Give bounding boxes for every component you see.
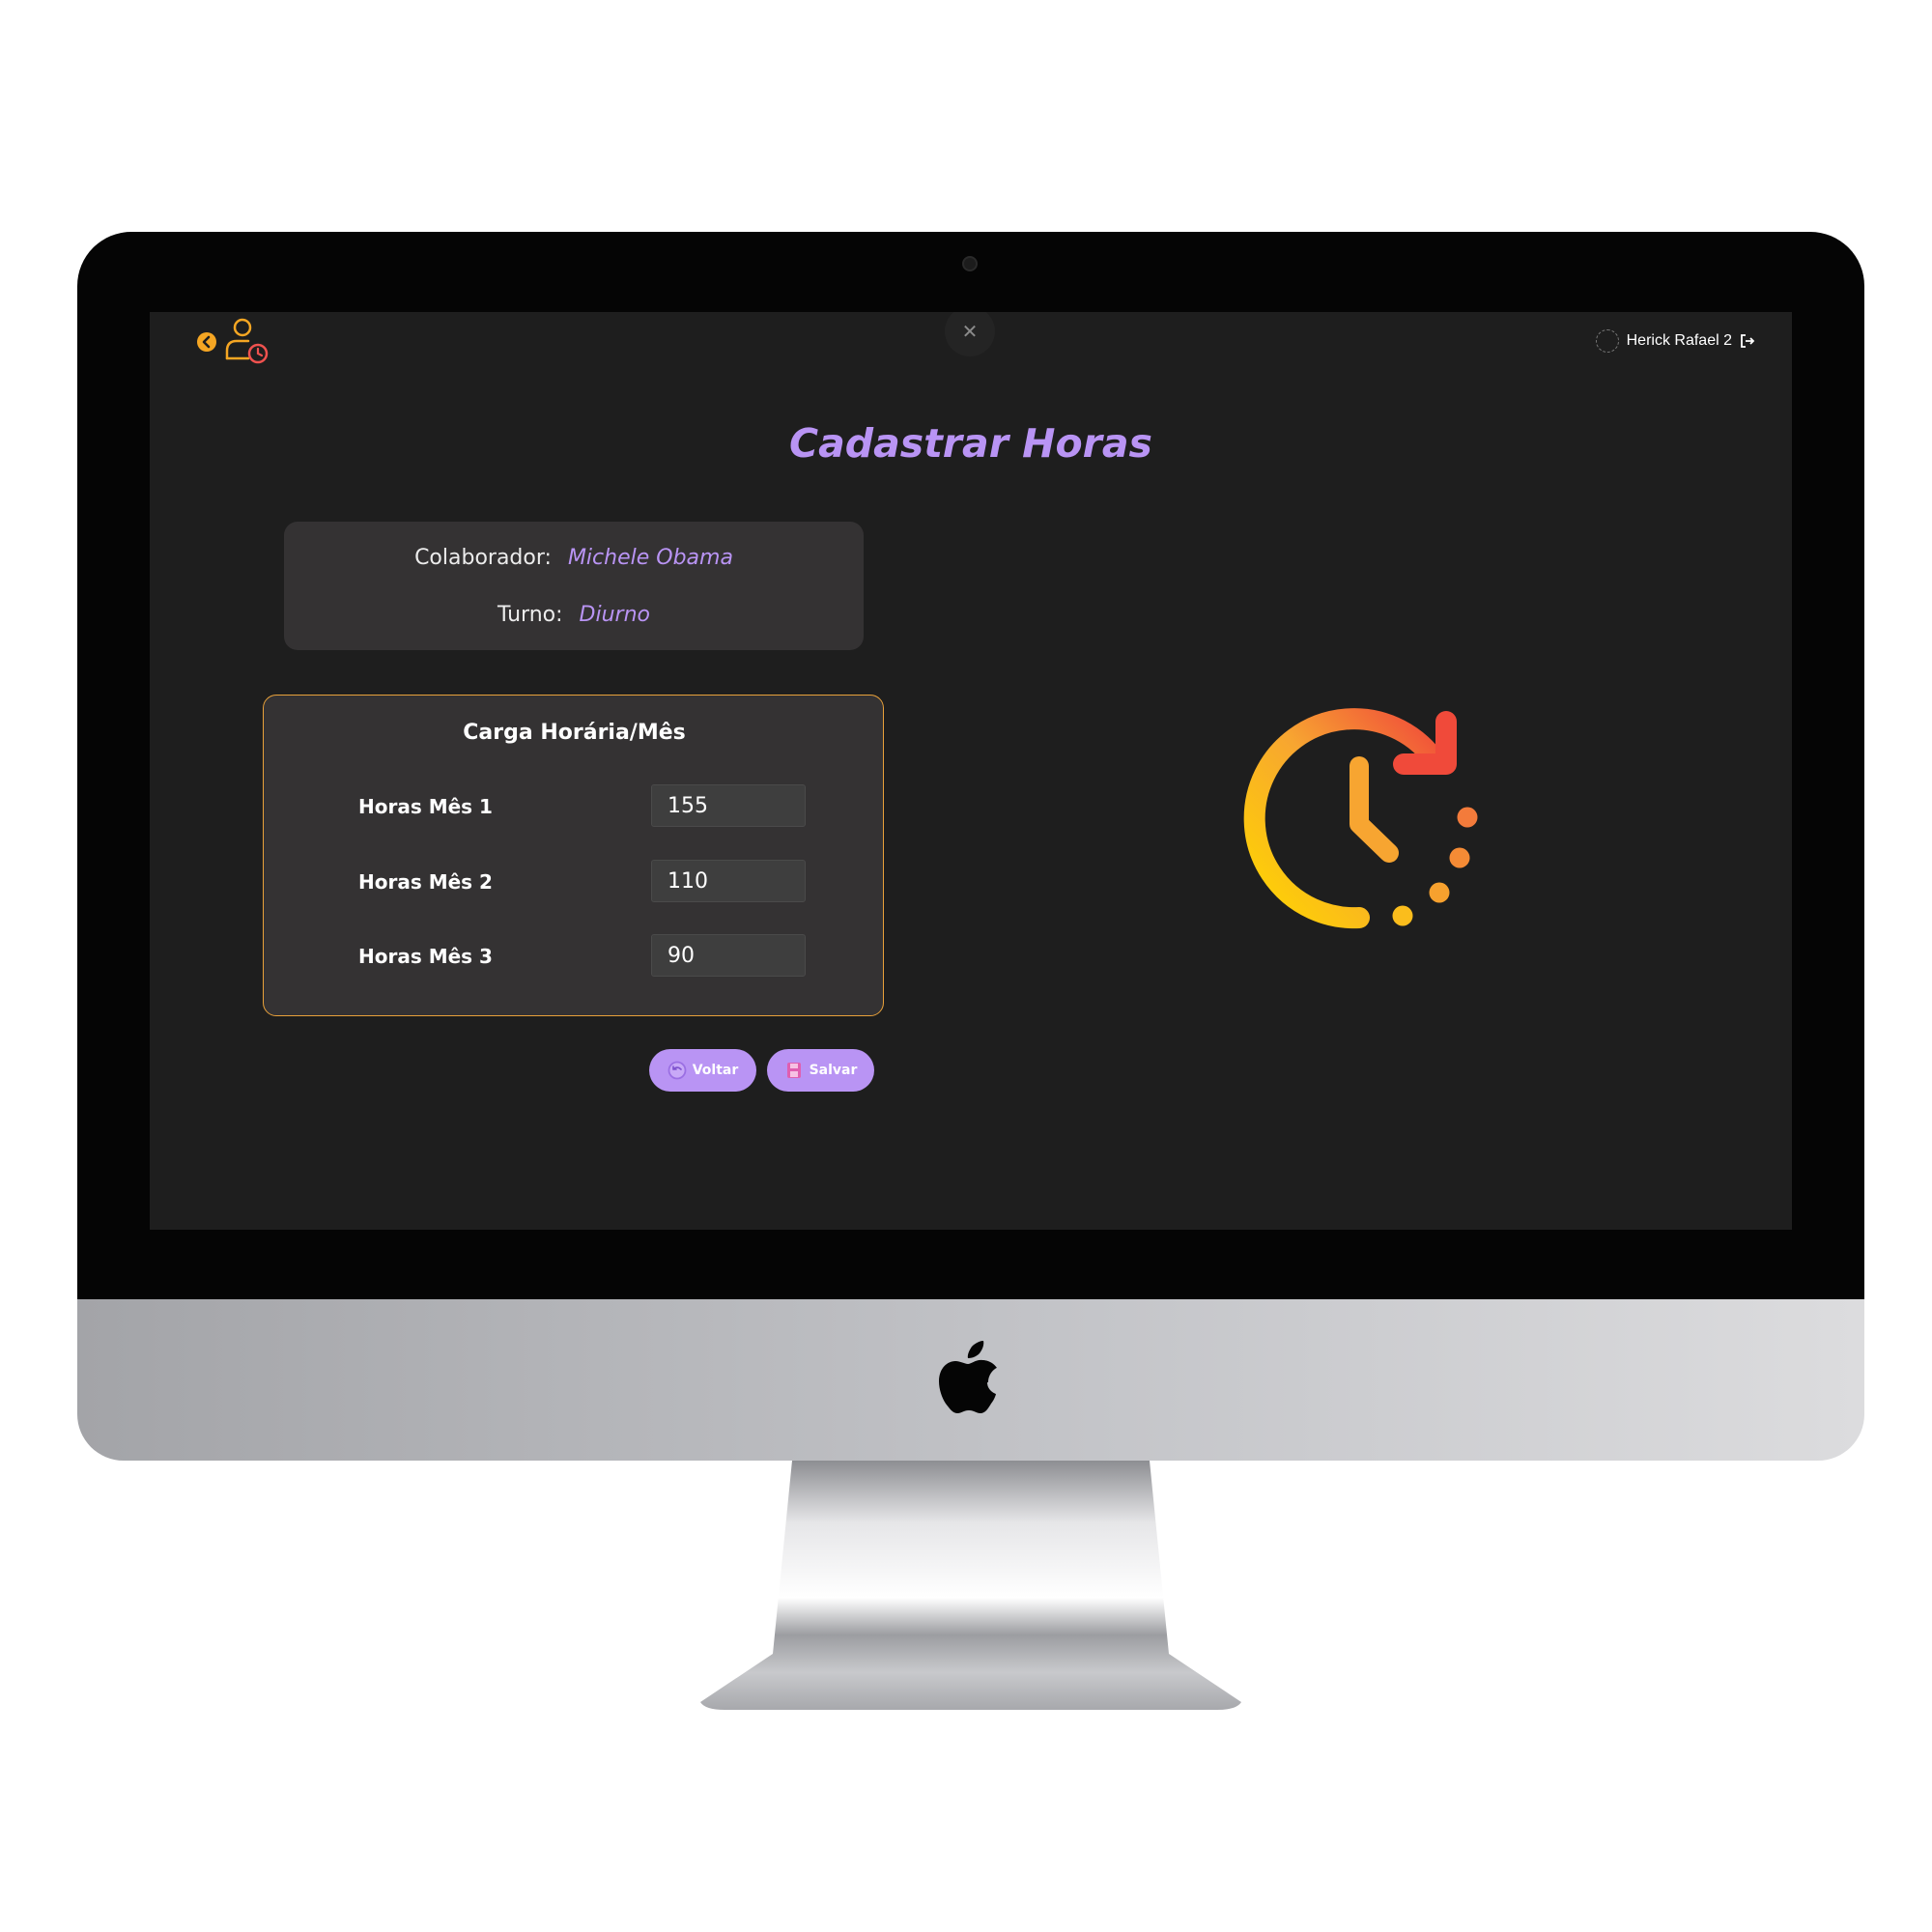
undo-icon	[668, 1061, 687, 1080]
hours-month-3-label: Horas Mês 3	[358, 945, 493, 968]
chevron-left-circle-icon[interactable]	[196, 331, 217, 353]
collaborator-label: Colaborador:	[414, 546, 552, 570]
user-name: Herick Rafael 2	[1626, 332, 1732, 349]
hours-card-title: Carga Horária/Mês	[463, 721, 686, 745]
back-button-label: Voltar	[692, 1063, 739, 1078]
shift-label: Turno:	[497, 603, 563, 627]
collaborator-value: Michele Obama	[567, 546, 733, 570]
logout-icon[interactable]	[1740, 333, 1755, 349]
monitor-stand	[700, 1461, 1241, 1710]
shift-row: Turno: Diurno	[284, 603, 864, 627]
collaborator-row: Colaborador: Michele Obama	[284, 546, 864, 570]
hours-month-2-label: Horas Mês 2	[358, 870, 493, 894]
hours-month-1-input[interactable]	[651, 784, 806, 827]
close-icon: ✕	[961, 320, 979, 343]
save-button[interactable]: Salvar	[767, 1049, 874, 1092]
camera-icon	[962, 256, 978, 271]
collaborator-info-card: Colaborador: Michele Obama Turno: Diurno	[284, 522, 864, 650]
close-button[interactable]: ✕	[945, 312, 995, 356]
screen: ✕ Herick Rafael 2 Cadastrar Horas Colabo…	[150, 312, 1792, 1230]
hours-card: Carga Horária/Mês Horas Mês 1 Horas Mês …	[263, 695, 884, 1016]
apple-logo-icon	[939, 1341, 997, 1413]
hours-month-1-label: Horas Mês 1	[358, 795, 493, 818]
clock-refresh-icon	[1243, 708, 1478, 929]
user-menu[interactable]: Herick Rafael 2	[1595, 329, 1755, 353]
back-button[interactable]: Voltar	[649, 1049, 756, 1092]
user-clock-icon	[225, 318, 269, 364]
shift-value: Diurno	[579, 603, 650, 627]
floppy-disk-icon	[786, 1063, 801, 1078]
hours-month-3-input[interactable]	[651, 934, 806, 977]
hours-month-2-input[interactable]	[651, 860, 806, 902]
avatar	[1595, 329, 1619, 353]
save-button-label: Salvar	[809, 1063, 858, 1078]
page-title: Cadastrar Horas	[789, 420, 1152, 467]
